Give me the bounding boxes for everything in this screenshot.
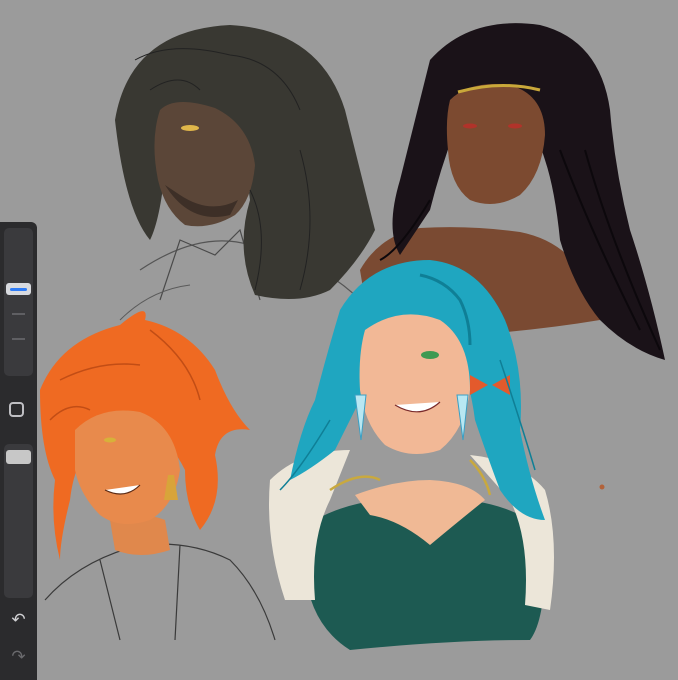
brush-size-tick (12, 338, 25, 340)
square-outline-icon[interactable] (9, 402, 24, 417)
brush-size-thumb[interactable] (6, 283, 31, 295)
brush-size-slider[interactable] (4, 228, 33, 376)
redo-icon[interactable]: ↷ (0, 644, 37, 670)
opacity-slider[interactable] (4, 444, 33, 598)
sketch-orange-hair-man (40, 311, 276, 641)
brush-size-tick (12, 313, 25, 315)
opacity-thumb[interactable] (6, 450, 31, 464)
left-sidebar: ↶ ↷ (0, 222, 37, 680)
sketch-bearded-man (115, 25, 375, 321)
stray-paint-dot (599, 484, 605, 490)
drawing-canvas[interactable] (0, 0, 678, 680)
undo-icon[interactable]: ↶ (0, 607, 37, 633)
